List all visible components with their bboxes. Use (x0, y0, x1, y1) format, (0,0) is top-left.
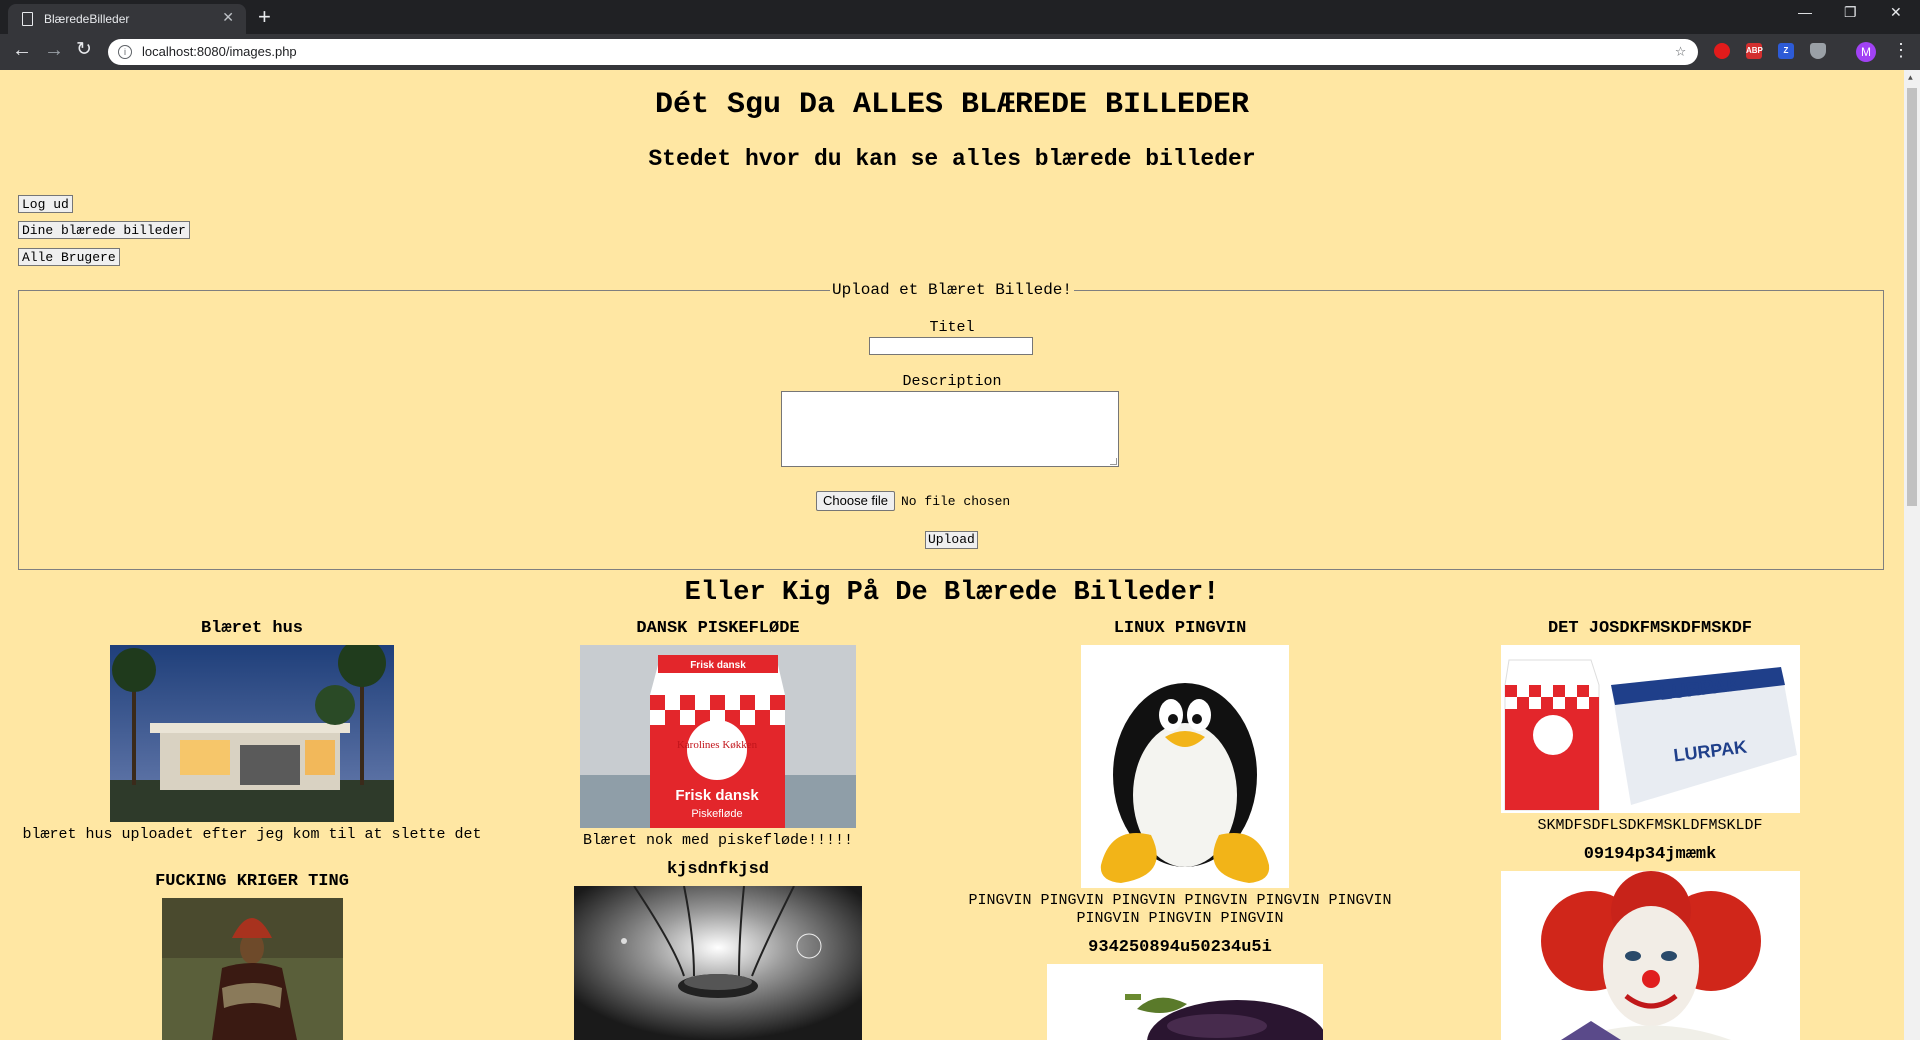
gallery-heading: Eller Kig På De Blærede Billeder! (684, 578, 1220, 608)
upload-form-legend: Upload et Blæret Billede! (829, 281, 1075, 299)
tab-title: BlæredeBilleder (44, 12, 130, 26)
minimize-icon[interactable]: — (1798, 4, 1812, 20)
close-tab-icon[interactable]: ✕ (222, 9, 234, 26)
image-title: 934250894u50234u5i (1088, 938, 1272, 957)
image-title: LINUX PINGVIN (1113, 619, 1247, 638)
sci-fi-photo[interactable] (574, 886, 862, 1040)
adblock-plus-icon[interactable]: ABP (1746, 43, 1763, 59)
upload-button[interactable]: Upload (925, 531, 978, 549)
eggplant-photo[interactable] (1047, 964, 1323, 1040)
image-title: DET JOSDKFMSKDFMSKDF (1547, 619, 1753, 638)
image-description: Blæret nok med piskefløde!!!!! (582, 832, 854, 849)
forward-icon[interactable]: → (44, 40, 64, 60)
title-input[interactable] (869, 337, 1033, 355)
page-title: Dét Sgu Da ALLES BLÆREDE BILLEDER (654, 88, 1250, 122)
reload-icon[interactable]: ↻ (76, 40, 92, 60)
page-subtitle: Stedet hvor du kan se alles blærede bill… (648, 146, 1256, 172)
carton-top-label: Frisk dansk (690, 660, 746, 671)
description-label: Description (902, 373, 1002, 390)
new-tab-icon[interactable]: + (258, 4, 271, 30)
image-title: DANSK PISKEFLØDE (636, 619, 800, 638)
page-viewport: Dét Sgu Da ALLES BLÆREDE BILLEDER Stedet… (0, 70, 1904, 1040)
url-text: localhost:8080/images.php (142, 44, 297, 59)
close-window-icon[interactable]: ✕ (1890, 4, 1902, 21)
image-description: blæret hus uploadet efter jeg kom til at… (22, 826, 482, 843)
image-description: SKMDFSDFLSDKFMSKLDFMSKLDF (1537, 817, 1763, 834)
image-title: kjsdnfkjsd (666, 860, 770, 879)
all-users-button[interactable]: Alle Brugere (18, 248, 120, 266)
image-description: PINGVIN PINGVIN PINGVIN PINGVIN PINGVIN … (968, 892, 1392, 927)
warrior-photo[interactable] (162, 898, 343, 1040)
carton-label: Frisk dansk (675, 787, 759, 804)
logout-button[interactable]: Log ud (18, 195, 73, 213)
file-status: No file chosen (901, 494, 1011, 509)
image-title: Blæret hus (200, 619, 304, 638)
browser-tab-bar: BlæredeBilleder ✕ + — ❐ ✕ (0, 0, 1920, 34)
image-title: FUCKING KRIGER TING (155, 872, 349, 891)
ublock-icon[interactable] (1714, 43, 1730, 59)
browser-tab[interactable]: BlæredeBilleder ✕ (8, 4, 246, 34)
cream-carton-photo[interactable]: Frisk dansk Karolines Køkken Frisk dansk… (580, 645, 856, 828)
browser-toolbar: ← → ↻ i localhost:8080/images.php ☆ ABP … (0, 34, 1920, 70)
page-icon (22, 12, 33, 26)
menu-icon[interactable]: ⋮ (1892, 40, 1910, 62)
tux-penguin-image[interactable] (1081, 645, 1289, 888)
description-textarea[interactable] (781, 391, 1119, 467)
resize-grip-icon[interactable] (1110, 458, 1117, 465)
choose-file-button[interactable]: Choose file (816, 491, 896, 511)
carton-brand: Karolines Køkken (677, 739, 758, 751)
shield-icon[interactable] (1810, 43, 1826, 59)
image-title: 09194p34jmæmk (1583, 845, 1717, 864)
scrollbar-thumb[interactable] (1907, 88, 1917, 506)
my-images-button[interactable]: Dine blærede billeder (18, 221, 190, 239)
restore-icon[interactable]: ❐ (1844, 4, 1857, 21)
back-icon[interactable]: ← (12, 40, 32, 60)
bookmark-star-icon[interactable]: ☆ (1675, 40, 1686, 62)
profile-avatar[interactable]: M (1856, 42, 1876, 62)
title-label: Titel (929, 319, 975, 336)
carton-sublabel: Piskefløde (691, 808, 742, 820)
vertical-scrollbar[interactable]: ▲ (1904, 70, 1920, 1040)
clown-photo[interactable] (1501, 871, 1800, 1040)
zotero-icon[interactable]: Z (1778, 43, 1794, 59)
address-bar[interactable]: i localhost:8080/images.php ☆ (108, 39, 1698, 65)
house-photo[interactable] (110, 645, 394, 822)
info-icon[interactable]: i (118, 45, 132, 59)
cream-and-butter-photo[interactable]: LURPAK LURPAK (1501, 645, 1800, 813)
scroll-up-icon[interactable]: ▲ (1908, 74, 1913, 83)
upload-form: Upload et Blæret Billede! Titel Descript… (18, 281, 1884, 570)
